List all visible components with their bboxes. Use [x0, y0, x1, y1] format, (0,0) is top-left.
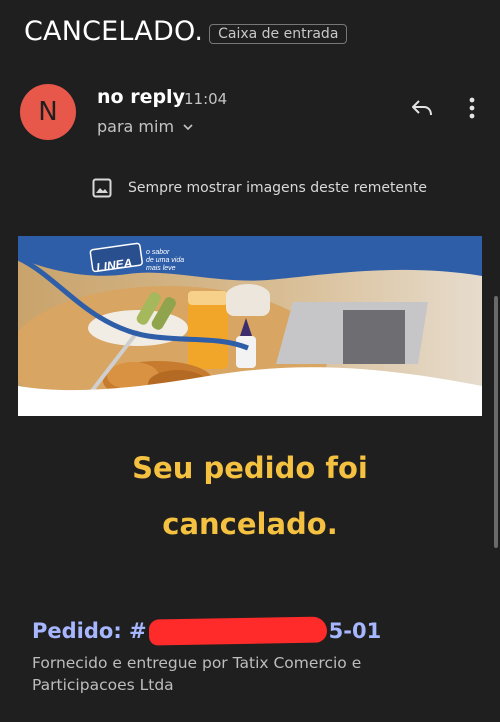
email-subject: CANCELADO. — [24, 16, 204, 47]
scrollbar[interactable] — [494, 296, 498, 548]
image-icon — [92, 178, 112, 198]
banner-tagline-3: mais leve — [146, 265, 176, 272]
show-images-link[interactable]: Sempre mostrar imagens deste remetente — [92, 178, 427, 198]
more-options-button[interactable] — [462, 95, 482, 121]
banner-illustration: LINEA o sabor de uma vida mais leve — [18, 236, 482, 416]
cancel-headline-line-1: Seu pedido foi — [132, 451, 368, 485]
order-label: Pedido: # — [32, 619, 147, 643]
fulfilled-by-text: Fornecido e entregue por Tatix Comercio … — [32, 654, 362, 694]
recipient-details-toggle[interactable]: para mim — [97, 117, 194, 136]
order-number-row: Pedido: # 5-01 — [32, 616, 382, 646]
more-vert-icon — [469, 97, 475, 119]
promo-banner-image: LINEA o sabor de uma vida mais leve — [18, 236, 482, 416]
sender-avatar[interactable]: N — [20, 84, 76, 140]
order-number-suffix: 5-01 — [328, 619, 382, 643]
redaction-mark — [148, 616, 327, 646]
sender-name[interactable]: no reply — [97, 86, 185, 108]
show-images-label: Sempre mostrar imagens deste remetente — [128, 180, 428, 196]
sent-time: 11:04 — [184, 90, 228, 108]
chevron-down-icon — [183, 123, 193, 130]
reply-button[interactable] — [408, 96, 436, 120]
recipient-label: para mim — [97, 117, 175, 136]
banner-tagline-1: o sabor — [146, 249, 170, 256]
inbox-label-chip[interactable]: Caixa de entrada — [209, 23, 348, 44]
cancel-headline-line-2: cancelado. — [162, 507, 338, 541]
banner-tagline-2: de uma vida — [146, 257, 184, 264]
reply-icon — [412, 100, 432, 116]
subject-row: CANCELADO. Caixa de entrada — [24, 16, 348, 47]
